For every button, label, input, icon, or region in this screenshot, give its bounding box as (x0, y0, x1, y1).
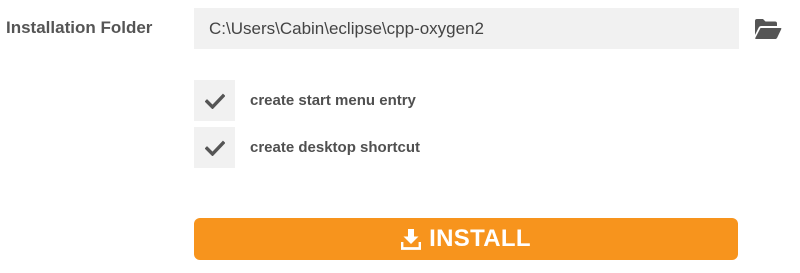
start-menu-entry-label: create start menu entry (250, 92, 416, 109)
installation-folder-input[interactable] (194, 8, 739, 49)
install-button-label: INSTALL (429, 225, 531, 252)
folder-open-icon (755, 19, 782, 39)
start-menu-entry-checkbox[interactable] (194, 80, 235, 121)
checkmark-icon (204, 140, 225, 156)
installer-panel: Installation Folder create start menu en… (0, 0, 800, 273)
browse-folder-button[interactable] (752, 14, 784, 44)
download-icon (401, 229, 422, 250)
install-button[interactable]: INSTALL (194, 218, 738, 260)
desktop-shortcut-checkbox[interactable] (194, 127, 235, 168)
desktop-shortcut-label: create desktop shortcut (250, 139, 421, 156)
option-desktop-shortcut: create desktop shortcut (194, 127, 420, 168)
installation-folder-label: Installation Folder (6, 18, 153, 37)
option-start-menu-entry: create start menu entry (194, 80, 416, 121)
checkmark-icon (204, 93, 225, 109)
